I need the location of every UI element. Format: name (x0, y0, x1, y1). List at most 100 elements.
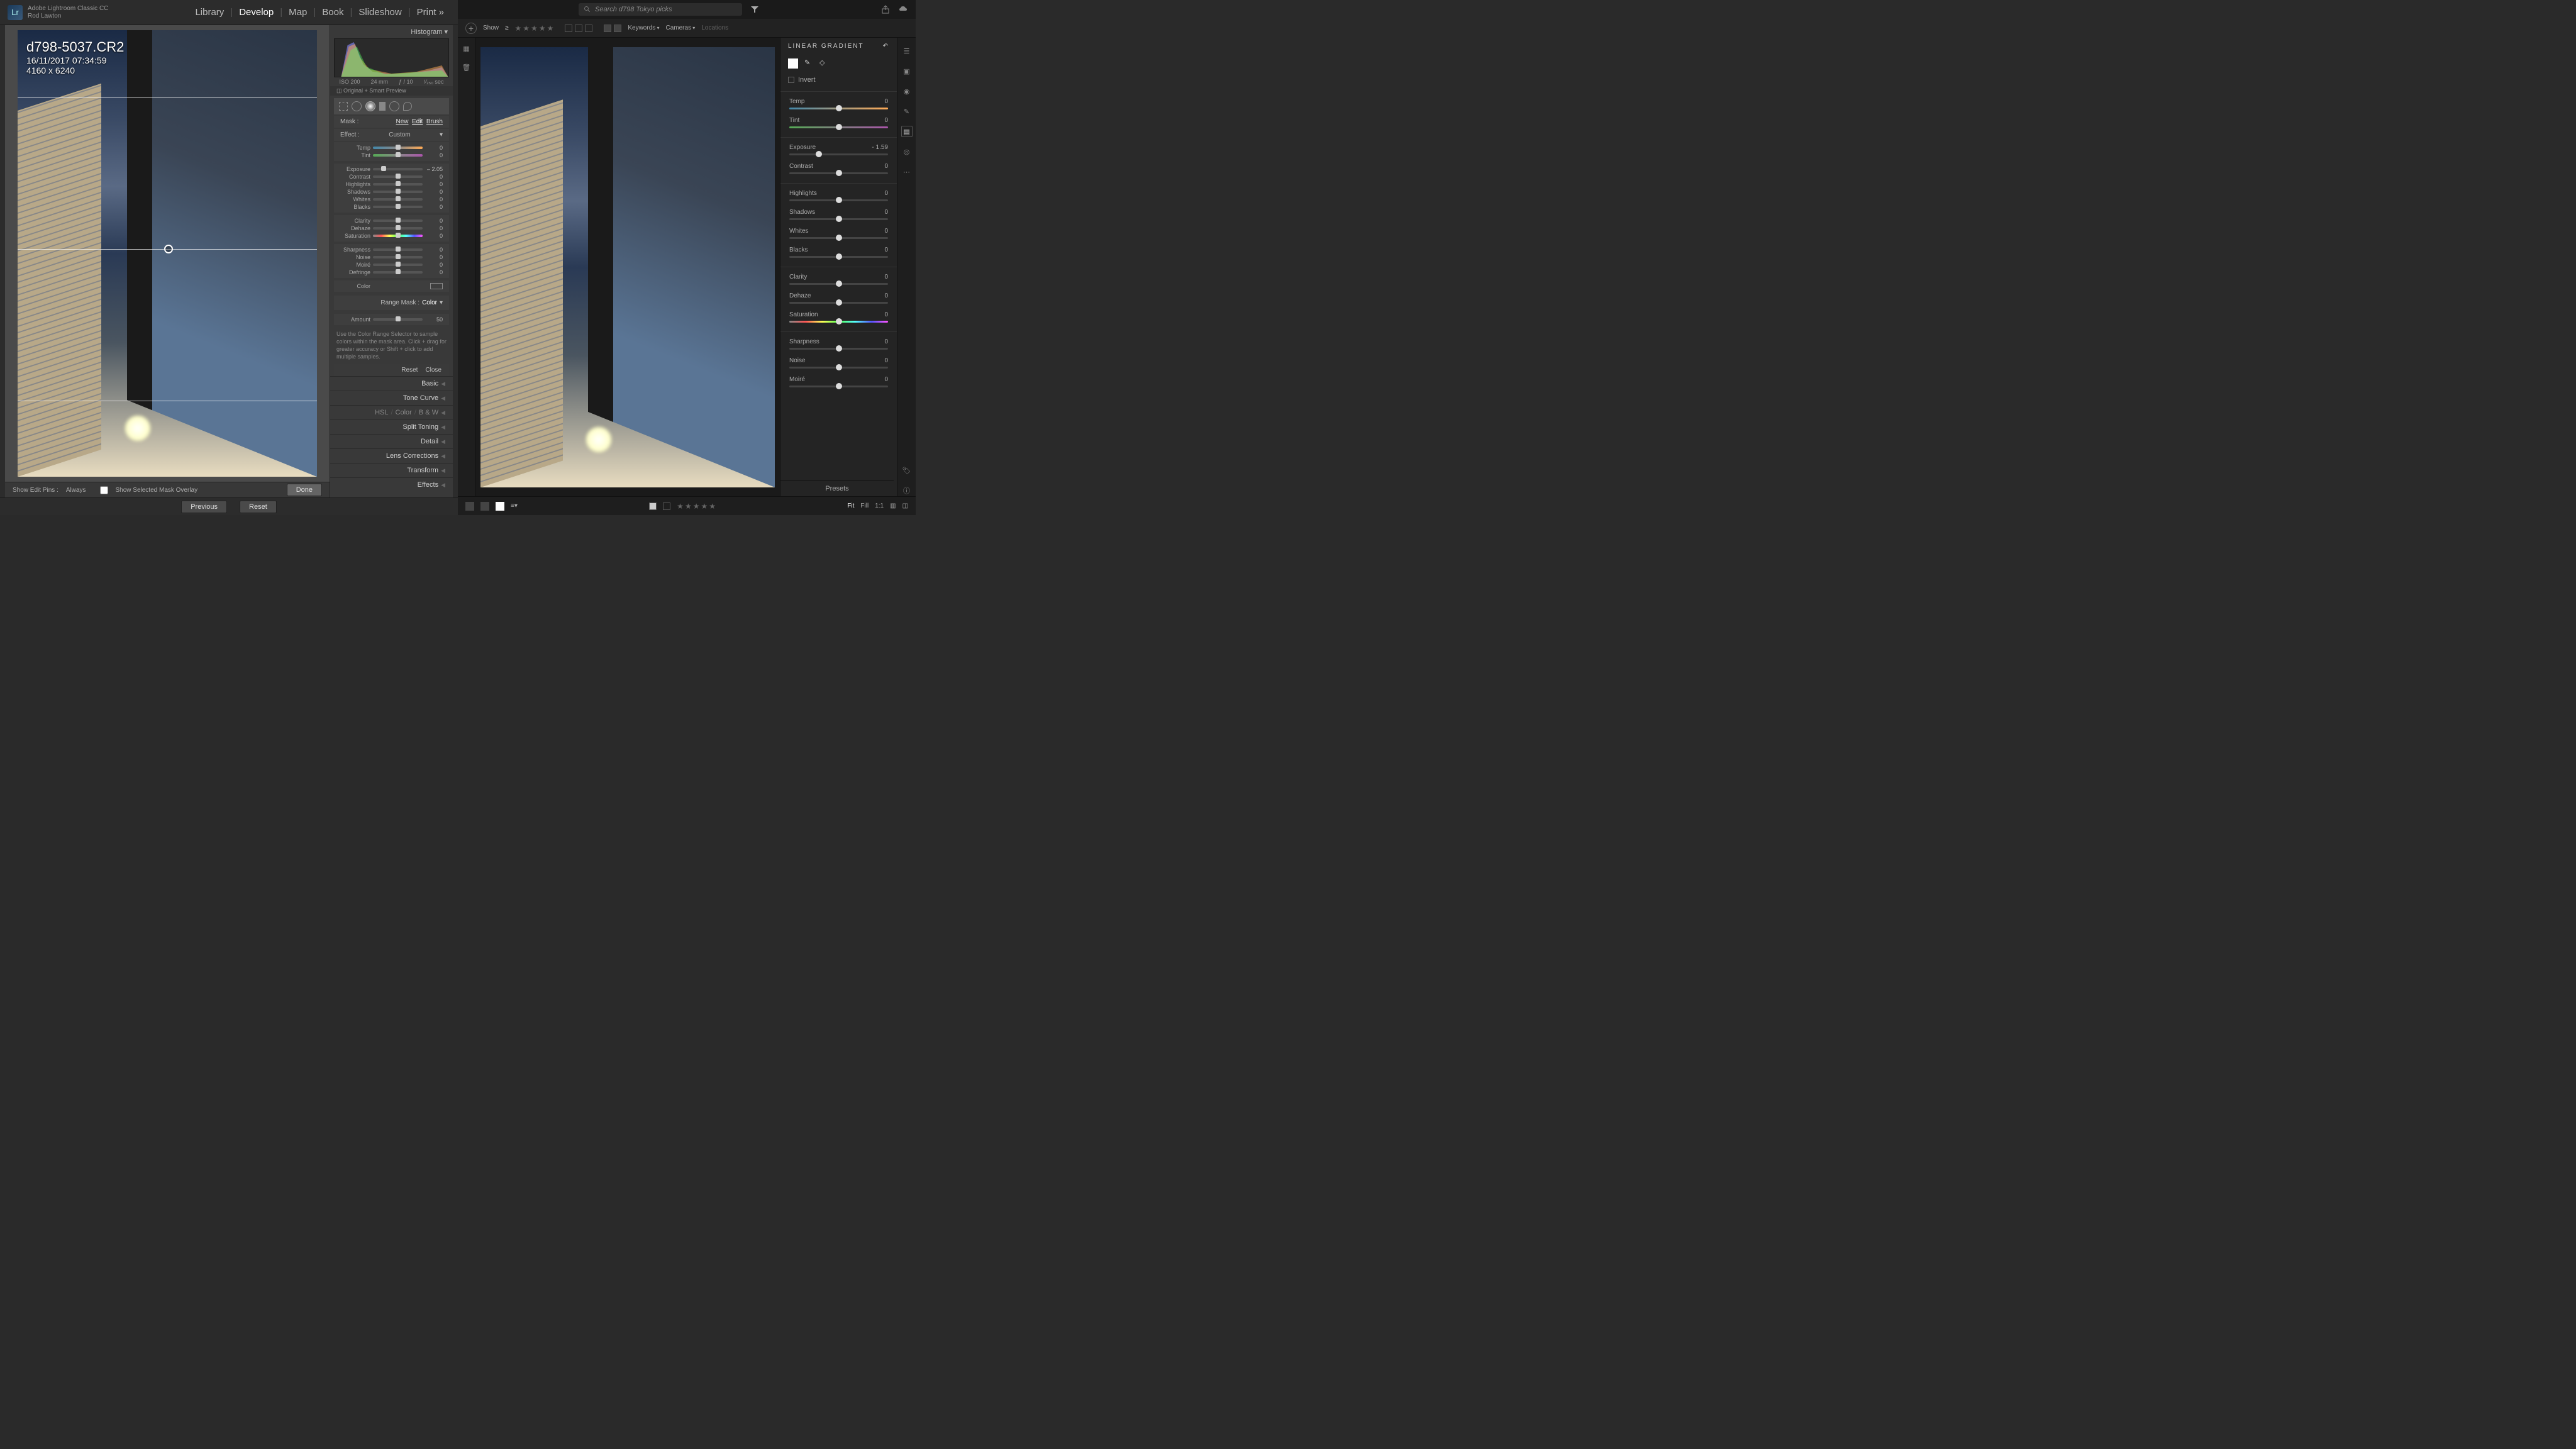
add-button[interactable]: + (465, 23, 477, 34)
tint-value[interactable]: 0 (425, 152, 443, 158)
sort-icon[interactable]: ≡▾ (511, 502, 518, 509)
nav-develop[interactable]: Develop (233, 7, 280, 18)
shadows-slider[interactable] (373, 191, 423, 193)
locations-dropdown[interactable]: Locations (701, 25, 728, 31)
lg-eraser-icon[interactable]: ◇ (819, 58, 828, 67)
contrast-value[interactable]: 0 (425, 174, 443, 180)
mask-close-button[interactable]: Close (425, 367, 441, 374)
panel-detail[interactable]: Detail◀ (330, 434, 453, 448)
trash-icon[interactable]: 🗑 (461, 62, 472, 73)
cc-moire-value[interactable]: 0 (884, 376, 888, 383)
radial-tool-icon[interactable] (365, 101, 375, 111)
flag-reject-icon[interactable] (585, 25, 592, 32)
flag-reject[interactable] (663, 502, 670, 510)
amount-value[interactable]: 50 (425, 316, 443, 323)
graduated-tool-icon[interactable] (379, 102, 386, 111)
spot-tool-icon[interactable] (352, 101, 362, 111)
range-mask-menu-icon[interactable]: ▾ (440, 299, 443, 306)
sharpness-slider[interactable] (373, 248, 423, 251)
saturation-slider[interactable] (373, 235, 423, 237)
panel-effects[interactable]: Effects◀ (330, 477, 453, 492)
rating-filter[interactable]: ≥ (505, 25, 509, 31)
done-button[interactable]: Done (287, 484, 322, 496)
cameras-dropdown[interactable]: Cameras (666, 25, 696, 31)
undo-icon[interactable]: ↶ (883, 43, 889, 50)
cc-image-canvas[interactable] (475, 38, 780, 496)
cc-shadows-slider[interactable] (789, 218, 888, 220)
defringe-slider[interactable] (373, 271, 423, 274)
cloud-icon[interactable] (898, 4, 908, 14)
histogram[interactable] (334, 38, 449, 77)
dehaze-slider[interactable] (373, 227, 423, 230)
nav-book[interactable]: Book (316, 7, 350, 18)
nav-map[interactable]: Map (282, 7, 313, 18)
mask-new[interactable]: New (396, 118, 409, 125)
radial-icon[interactable]: ◎ (901, 146, 913, 157)
whites-slider[interactable] (373, 198, 423, 201)
cc-saturation-slider[interactable] (789, 321, 888, 323)
exposure-value[interactable]: – 2.05 (425, 166, 443, 172)
overlay-checkbox[interactable] (100, 486, 108, 494)
moire-value[interactable]: 0 (425, 262, 443, 268)
panel-transform[interactable]: Transform◀ (330, 463, 453, 477)
more-icon[interactable]: ⋯ (901, 166, 913, 177)
cc-tint-value[interactable]: 0 (884, 117, 888, 124)
cc-noise-value[interactable]: 0 (884, 357, 888, 364)
edit-icon[interactable]: ☰ (901, 45, 913, 57)
edit-pins-value[interactable]: Always (66, 487, 86, 494)
photo-rating[interactable]: ★★★★★ (677, 502, 716, 511)
clarity-slider[interactable] (373, 219, 423, 222)
image-canvas[interactable]: d798-5037.CR2 16/11/2017 07:34:59 4160 x… (10, 30, 325, 477)
panel-basic[interactable]: Basic◀ (330, 376, 453, 391)
previous-button[interactable]: Previous (181, 501, 227, 513)
rating-stars[interactable]: ★★★★★ (515, 24, 554, 33)
effect-value[interactable]: Custom (389, 131, 410, 138)
cc-whites-slider[interactable] (789, 237, 888, 239)
fit-button[interactable]: Fit (847, 502, 854, 509)
noise-slider[interactable] (373, 256, 423, 258)
cc-blacks-slider[interactable] (789, 256, 888, 258)
cc-blacks-value[interactable]: 0 (884, 247, 888, 253)
cc-temp-value[interactable]: 0 (884, 98, 888, 105)
nav-slideshow[interactable]: Slideshow (352, 7, 408, 18)
cc-contrast-slider[interactable] (789, 172, 888, 174)
blacks-slider[interactable] (373, 206, 423, 208)
temp-value[interactable]: 0 (425, 145, 443, 151)
compare-icon[interactable]: ◫ (902, 502, 908, 509)
lg-linear-icon[interactable] (788, 58, 798, 69)
cc-noise-slider[interactable] (789, 367, 888, 369)
panel-hsl[interactable]: HSL/Color/B & W◀ (330, 405, 453, 419)
brush-icon[interactable]: ✎ (901, 106, 913, 117)
keywords-dropdown[interactable]: Keywords (628, 25, 659, 31)
effect-menu-icon[interactable]: ▾ (440, 131, 443, 138)
range-mask-value[interactable]: Color (422, 299, 437, 306)
invert-checkbox[interactable] (788, 77, 794, 83)
cc-moire-slider[interactable] (789, 386, 888, 387)
defringe-value[interactable]: 0 (425, 269, 443, 275)
panel-tone-curve[interactable]: Tone Curve◀ (330, 391, 453, 405)
left-panel-handle[interactable] (0, 25, 5, 497)
gradient-pin[interactable] (164, 245, 173, 253)
tint-slider[interactable] (373, 154, 423, 157)
grid-view-icon[interactable]: ▦ (461, 43, 472, 54)
type-photo-icon[interactable] (604, 25, 611, 32)
cc-tint-slider[interactable] (789, 126, 888, 128)
cc-dehaze-value[interactable]: 0 (884, 292, 888, 299)
color-swatch[interactable] (430, 283, 443, 289)
gradient-icon[interactable]: ▤ (901, 126, 913, 137)
lg-brush-icon[interactable]: ✎ (804, 58, 813, 67)
panel-split-toning[interactable]: Split Toning◀ (330, 419, 453, 434)
cc-contrast-value[interactable]: 0 (884, 163, 888, 170)
nav-print[interactable]: Print » (411, 7, 450, 18)
dehaze-value[interactable]: 0 (425, 225, 443, 231)
info-icon[interactable]: ⓘ (901, 485, 913, 496)
share-icon[interactable] (880, 4, 891, 14)
grid-large-icon[interactable] (480, 502, 489, 511)
right-panel-handle[interactable] (453, 25, 458, 497)
flag-pick-icon[interactable] (565, 25, 572, 32)
oneone-button[interactable]: 1:1 (875, 502, 884, 509)
radial2-tool-icon[interactable] (389, 101, 399, 111)
sharpness-value[interactable]: 0 (425, 247, 443, 253)
search-input[interactable]: Search d798 Tokyo picks (579, 3, 742, 16)
cc-whites-value[interactable]: 0 (884, 228, 888, 235)
